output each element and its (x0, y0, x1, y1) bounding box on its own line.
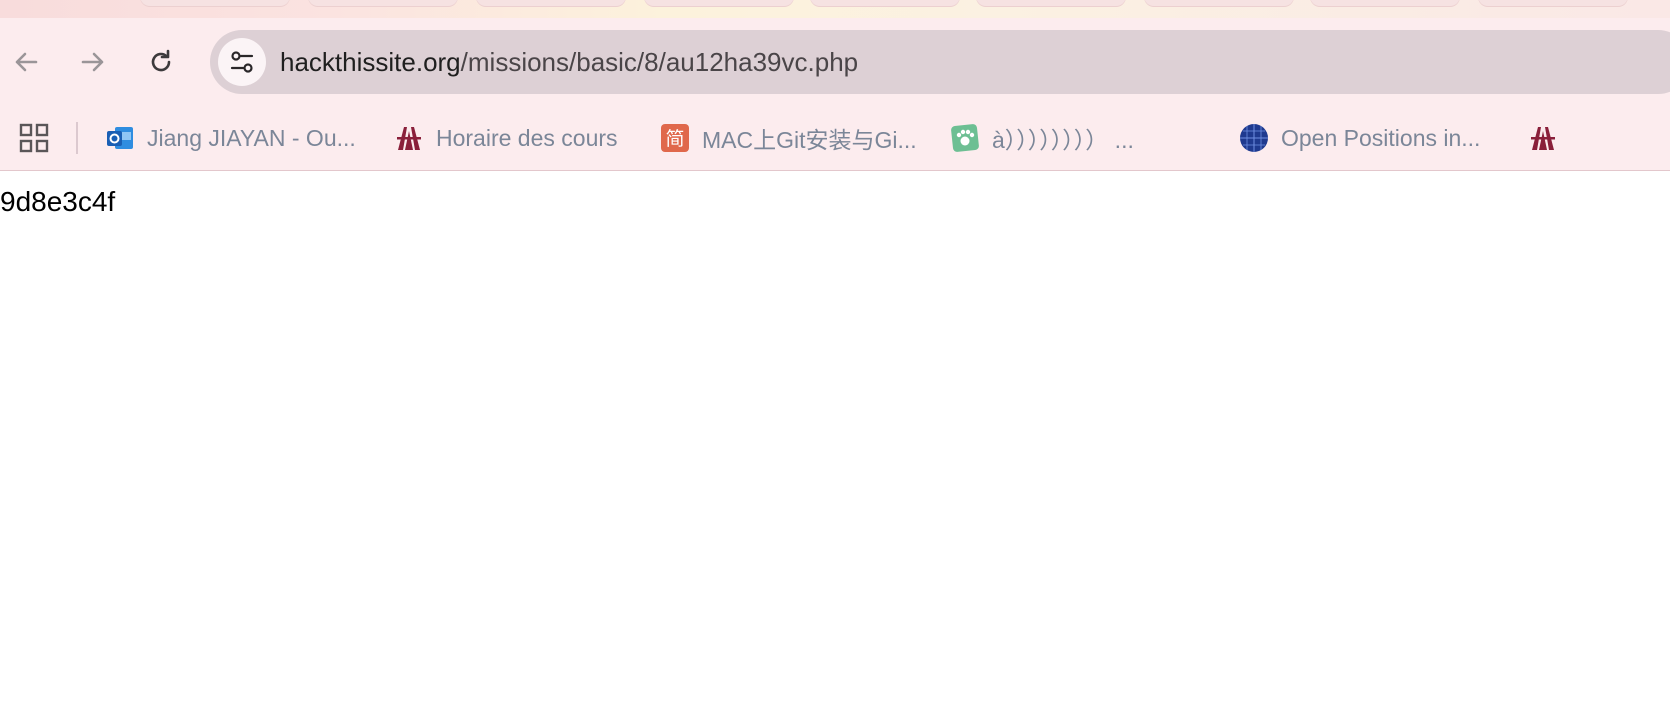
apps-button[interactable] (18, 122, 50, 154)
outlook-icon (105, 123, 135, 153)
url-text[interactable]: hackthissite.org/missions/basic/8/au12ha… (280, 30, 858, 94)
url-path: /missions/basic/8/au12ha39vc.php (460, 47, 859, 77)
bookmark-label: Horaire des cours (436, 124, 618, 151)
svg-text:简: 简 (665, 128, 684, 150)
tab-strip (0, 0, 1670, 18)
reload-icon (151, 49, 171, 72)
university-logo-icon (1528, 123, 1558, 153)
forward-arrow-icon (81, 52, 104, 72)
bookmark-label: MAC上Git安装与Gi... (702, 127, 917, 153)
bookmark-jianshu[interactable]: 简 MAC上Git安装与Gi... (660, 118, 917, 158)
tab[interactable] (476, 0, 626, 6)
tab[interactable] (140, 0, 290, 6)
bookmark-university-partial[interactable] (1528, 118, 1570, 158)
bookmark-paw[interactable]: à）））））））） ... (950, 118, 1134, 158)
address-bar[interactable]: hackthissite.org/missions/basic/8/au12ha… (210, 30, 1670, 94)
bookmarks-separator (76, 122, 78, 154)
site-info-button[interactable] (218, 38, 266, 86)
university-logo-icon (394, 123, 424, 153)
bookmark-label: à）））））））） ... (992, 127, 1134, 153)
bookmark-label: Open Positions in... (1281, 124, 1481, 151)
bookmark-open-positions[interactable]: Open Positions in... (1239, 118, 1480, 158)
tab[interactable] (1478, 0, 1628, 6)
tab[interactable] (976, 0, 1126, 6)
browser-chrome: hackthissite.org/missions/basic/8/au12ha… (0, 0, 1670, 171)
back-arrow-icon (15, 52, 38, 72)
tab[interactable] (308, 0, 458, 6)
jianshu-icon: 简 (660, 123, 690, 153)
url-host: hackthissite.org (280, 47, 461, 77)
forward-button[interactable] (73, 42, 113, 82)
bookmark-horaire[interactable]: Horaire des cours (394, 118, 618, 158)
tab[interactable] (644, 0, 794, 6)
reload-button[interactable] (141, 42, 181, 82)
tab[interactable] (1310, 0, 1460, 6)
site-info-icon (230, 51, 254, 73)
globe-grid-icon (1239, 123, 1269, 153)
paw-icon (950, 123, 980, 153)
bookmark-outlook[interactable]: Jiang JIAYAN - Ou... (105, 118, 356, 158)
bookmarks-bar: Jiang JIAYAN - Ou... Horaire des cours 简 (0, 106, 1670, 170)
tab[interactable] (1144, 0, 1294, 6)
page-content-text: 9d8e3c4f (0, 186, 116, 217)
tab[interactable] (810, 0, 960, 6)
toolbar: hackthissite.org/missions/basic/8/au12ha… (0, 18, 1670, 106)
apps-grid-icon (19, 123, 49, 153)
back-button[interactable] (6, 42, 46, 82)
bookmark-label: Jiang JIAYAN - Ou... (147, 124, 356, 151)
